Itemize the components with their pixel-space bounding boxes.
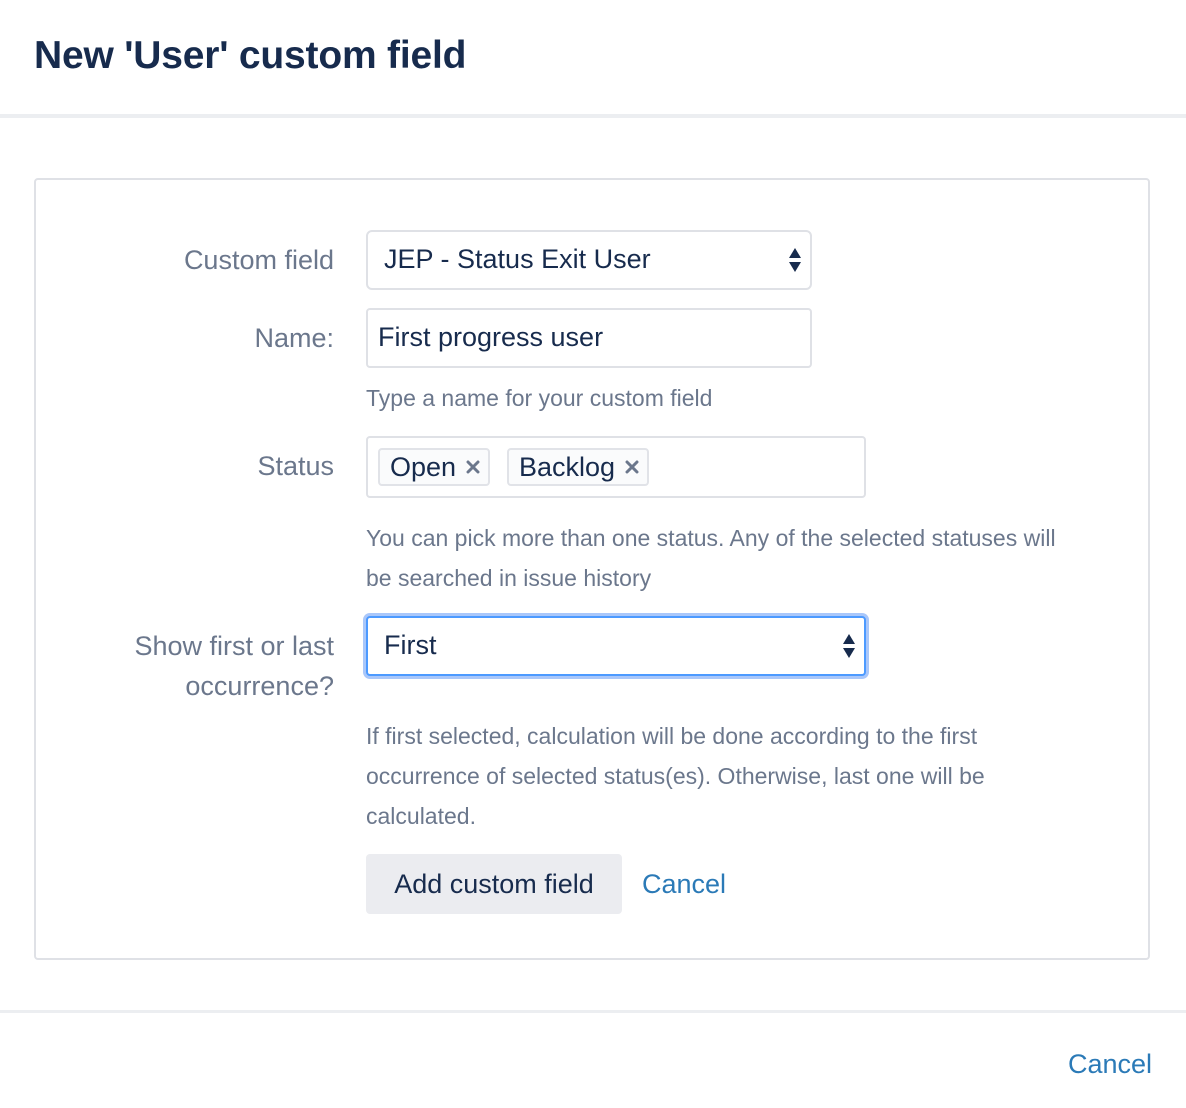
footer-cancel-link[interactable]: Cancel (1068, 1034, 1152, 1094)
custom-field-label: Custom field (183, 245, 334, 275)
name-input-value: First progress user (378, 322, 604, 352)
custom-field-select-value: JEP - Status Exit User (384, 244, 651, 274)
name-help-text: Type a name for your custom field (366, 385, 713, 411)
occurrence-help-line-3: calculated. (366, 803, 476, 829)
custom-field-select[interactable]: JEP - Status Exit User (366, 230, 812, 290)
add-custom-field-button[interactable]: Add custom field (366, 854, 622, 914)
name-input[interactable]: First progress user (366, 308, 812, 368)
status-chip-label: Open (390, 452, 457, 482)
status-multiselect[interactable]: Open Backlog (366, 436, 866, 498)
status-label: Status (257, 451, 334, 481)
dialog-title: New 'User' custom field (34, 34, 467, 77)
occurrence-help-line-2: occurrence of selected status(es). Other… (366, 763, 985, 789)
occurrence-select[interactable]: First (366, 616, 866, 676)
select-arrows-icon (789, 248, 801, 272)
custom-field-dialog: New 'User' custom field Custom field JEP… (0, 0, 1186, 1108)
occurrence-help-line-1: If first selected, calculation will be d… (366, 723, 978, 749)
name-label: Name: (254, 323, 334, 353)
status-chip-backlog: Backlog (507, 448, 650, 486)
status-help-line-1: You can pick more than one status. Any o… (366, 525, 1056, 551)
remove-chip-icon[interactable] (625, 460, 639, 474)
remove-chip-icon[interactable] (466, 460, 480, 474)
status-chip-label: Backlog (519, 452, 616, 482)
status-chip-open: Open (378, 448, 491, 486)
footer-divider (0, 1010, 1186, 1013)
dialog-header: New 'User' custom field (0, 0, 1186, 118)
select-arrows-icon (843, 634, 855, 658)
occurrence-select-value: First (384, 630, 437, 660)
status-help-line-2: be searched in issue history (366, 565, 652, 591)
form-cancel-link[interactable]: Cancel (642, 854, 726, 914)
occurrence-label-line-2: occurrence? (185, 671, 334, 701)
